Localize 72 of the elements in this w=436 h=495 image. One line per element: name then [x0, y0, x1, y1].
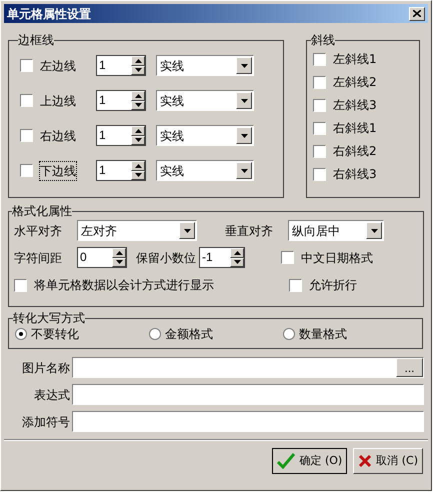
dropdown[interactable]: 纵向居中 [288, 220, 384, 241]
spin-field[interactable]: 1 [96, 90, 146, 111]
close-icon[interactable] [413, 10, 421, 17]
checkbox[interactable] [313, 122, 326, 134]
spin-buttons[interactable] [131, 91, 145, 110]
dropdown[interactable]: 左对齐 [77, 220, 197, 241]
checkbox-label: 下边线 [39, 160, 77, 180]
text-field[interactable] [72, 384, 424, 405]
checkbox[interactable] [313, 52, 326, 66]
checkbox-label: 左斜线2 [332, 74, 378, 91]
checkbox[interactable] [313, 168, 326, 180]
group-title: 边框线 [18, 33, 54, 47]
checkbox[interactable] [289, 278, 302, 292]
field-label: 字符间距 [14, 250, 63, 266]
spin-buttons[interactable] [112, 248, 126, 267]
checkbox-label: 中文日期格式 [300, 250, 374, 266]
checkbox-label: 左斜线1 [332, 51, 378, 68]
dropdown[interactable]: 实线 [156, 125, 254, 146]
check-icon [277, 453, 296, 469]
field-label: 垂直对齐 [225, 222, 274, 240]
field-label: 添加符号 [21, 414, 71, 430]
checkbox[interactable] [14, 278, 27, 292]
group-title: 转化大写方式 [13, 311, 85, 325]
spin-field[interactable]: -1 [199, 247, 245, 268]
checkbox-label: 允许折行 [308, 277, 358, 294]
spin-field[interactable]: 1 [96, 55, 146, 76]
checkbox-label: 左边线 [39, 58, 77, 74]
window-title: 单元格属性设置 [7, 6, 91, 22]
spin-buttons[interactable] [131, 126, 145, 145]
checkbox[interactable] [281, 251, 294, 264]
dropdown[interactable]: 实线 [156, 160, 254, 181]
field-label: 表达式 [33, 386, 71, 404]
checkbox-label: 右边线 [39, 128, 77, 144]
checkbox-label: 将单元格数据以会计方式进行显示 [33, 277, 215, 294]
browse-button[interactable]: ... [396, 358, 423, 377]
radio-label: 数量格式 [299, 326, 347, 343]
spin-field[interactable]: 0 [77, 247, 127, 268]
spin-buttons[interactable] [230, 248, 244, 267]
spin-buttons[interactable] [131, 56, 145, 75]
cross-icon [358, 454, 372, 468]
radio-button[interactable] [15, 328, 27, 340]
radio-label: 不要转化 [31, 326, 79, 343]
group-title: 格式化属性 [12, 204, 72, 218]
checkbox-label: 右斜线2 [332, 143, 378, 160]
ok-button[interactable]: 确定 (O) [272, 448, 348, 474]
field-label: 水平对齐 [14, 222, 63, 240]
checkbox[interactable] [20, 129, 33, 142]
spin-field[interactable]: 1 [96, 125, 146, 146]
radio-button[interactable] [283, 328, 295, 340]
text-field[interactable]: ... [72, 357, 424, 378]
checkbox[interactable] [20, 164, 33, 177]
dropdown[interactable]: 实线 [156, 90, 254, 111]
checkbox[interactable] [313, 76, 326, 88]
radio-label: 金额格式 [165, 326, 213, 343]
checkbox[interactable] [313, 98, 326, 112]
spin-buttons[interactable] [131, 161, 145, 180]
checkbox-label: 上边线 [39, 92, 77, 110]
checkbox[interactable] [20, 59, 33, 72]
close-button[interactable] [409, 6, 425, 20]
radio-button[interactable] [149, 328, 161, 340]
checkbox[interactable] [20, 94, 33, 107]
group-title: 斜线 [311, 33, 335, 47]
checkbox-label: 左斜线3 [332, 97, 378, 114]
checkbox-label: 右斜线3 [332, 166, 378, 183]
spin-field[interactable]: 1 [96, 160, 146, 181]
field-label: 保留小数位 [136, 250, 196, 266]
text-field[interactable] [72, 411, 424, 432]
checkbox[interactable] [313, 144, 326, 158]
field-label: 图片名称 [21, 360, 71, 376]
checkbox-label: 右斜线1 [332, 120, 378, 137]
dropdown[interactable]: 实线 [156, 55, 254, 76]
cancel-button[interactable]: 取消 (C) [353, 448, 423, 474]
